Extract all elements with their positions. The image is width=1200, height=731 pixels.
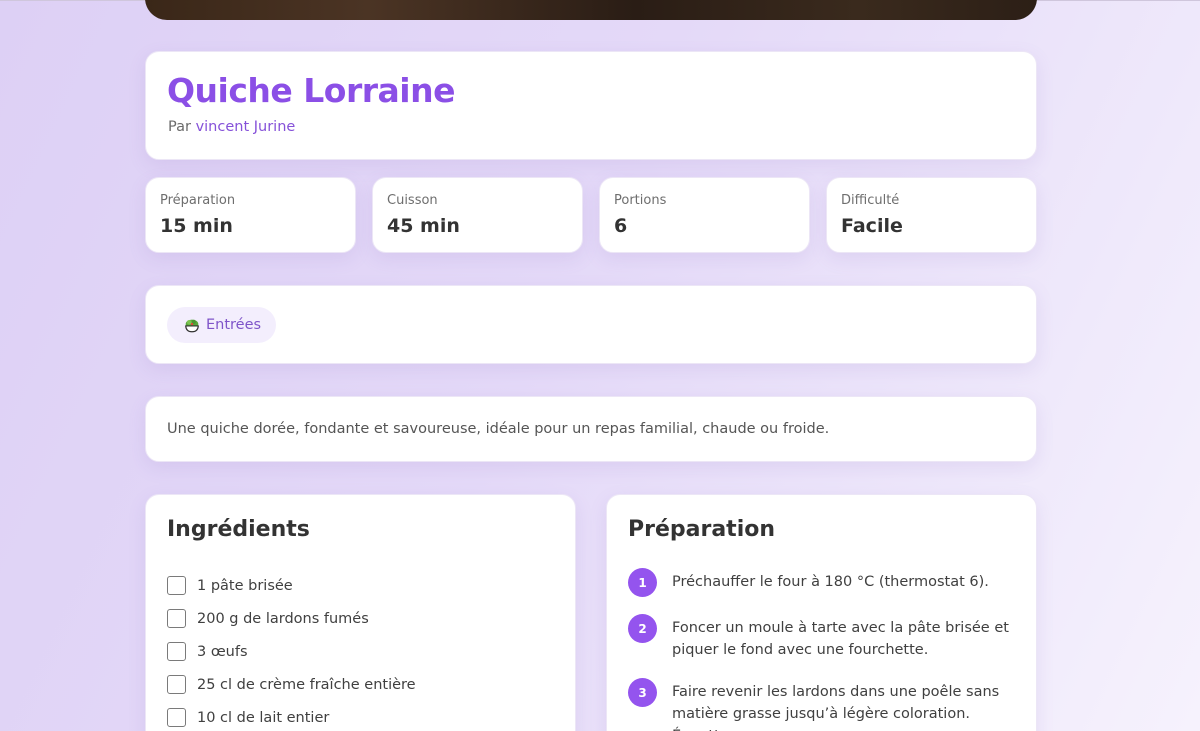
byline-prefix: Par xyxy=(168,119,191,135)
ingredient-item[interactable]: 25 cl de crème fraîche entière xyxy=(167,668,416,701)
stat-difficulty: Difficulté Facile xyxy=(826,177,1037,253)
ingredient-text: 200 g de lardons fumés xyxy=(197,610,369,627)
ingredients-card: Ingrédients 1 pâte brisée 200 g de lardo… xyxy=(145,494,576,731)
ingredient-item[interactable]: 3 œufs xyxy=(167,635,416,668)
step-text: Préchauffer le four à 180 °C (thermostat… xyxy=(672,574,989,590)
step-text: Faire revenir les lardons dans une poêle… xyxy=(672,684,1000,731)
stat-value: 6 xyxy=(614,215,628,237)
stat-label: Difficulté xyxy=(841,193,900,208)
recipe-byline: Par vincent Jurine xyxy=(168,119,295,135)
recipe-hero-image xyxy=(145,0,1037,20)
preparation-step: 2 Foncer un moule à tarte avec la pâte b… xyxy=(628,614,1023,661)
stat-value: 15 min xyxy=(160,215,233,237)
author-link[interactable]: vincent Jurine xyxy=(196,119,296,135)
preparation-step: 3 Faire revenir les lardons dans une poê… xyxy=(628,678,1023,731)
salad-bowl-icon xyxy=(185,319,199,333)
preparation-card: Préparation 1 Préchauffer le four à 180 … xyxy=(606,494,1037,731)
step-number-badge: 3 xyxy=(628,678,657,707)
category-tag[interactable]: Entrées xyxy=(167,307,277,343)
stat-value: 45 min xyxy=(387,215,460,237)
stat-preparation: Préparation 15 min xyxy=(145,177,356,253)
ingredient-text: 1 pâte brisée xyxy=(197,577,293,594)
ingredients-list: 1 pâte brisée 200 g de lardons fumés 3 œ… xyxy=(167,569,416,731)
step-number-badge: 1 xyxy=(628,568,657,597)
ingredient-checkbox[interactable] xyxy=(167,609,186,628)
stat-value: Facile xyxy=(841,215,903,237)
step-text: Foncer un moule à tarte avec la pâte bri… xyxy=(672,620,1009,658)
ingredient-item[interactable]: 10 cl de lait entier xyxy=(167,701,416,731)
preparation-steps: 1 Préchauffer le four à 180 °C (thermost… xyxy=(628,568,1023,731)
ingredient-item[interactable]: 200 g de lardons fumés xyxy=(167,602,416,635)
ingredient-checkbox[interactable] xyxy=(167,708,186,727)
ingredient-checkbox[interactable] xyxy=(167,576,186,595)
stat-servings: Portions 6 xyxy=(599,177,810,253)
category-card: Entrées xyxy=(145,285,1037,364)
preparation-title: Préparation xyxy=(628,517,776,542)
ingredient-checkbox[interactable] xyxy=(167,675,186,694)
ingredient-item[interactable]: 1 pâte brisée xyxy=(167,569,416,602)
ingredients-title: Ingrédients xyxy=(167,517,310,542)
stat-label: Cuisson xyxy=(387,193,438,208)
stat-label: Portions xyxy=(614,193,667,208)
step-number-badge: 2 xyxy=(628,614,657,643)
description-card: Une quiche dorée, fondante et savoureuse… xyxy=(145,396,1037,462)
ingredient-checkbox[interactable] xyxy=(167,642,186,661)
recipe-description: Une quiche dorée, fondante et savoureuse… xyxy=(167,421,830,437)
recipe-title: Quiche Lorraine xyxy=(167,71,456,110)
preparation-step: 1 Préchauffer le four à 180 °C (thermost… xyxy=(628,568,1023,597)
stat-label: Préparation xyxy=(160,193,236,208)
ingredient-text: 10 cl de lait entier xyxy=(197,709,330,726)
category-label: Entrées xyxy=(206,317,262,333)
ingredient-text: 25 cl de crème fraîche entière xyxy=(197,676,416,693)
ingredient-text: 3 œufs xyxy=(197,643,248,660)
stat-cooking: Cuisson 45 min xyxy=(372,177,583,253)
recipe-header-card: Quiche Lorraine Par vincent Jurine xyxy=(145,51,1037,160)
